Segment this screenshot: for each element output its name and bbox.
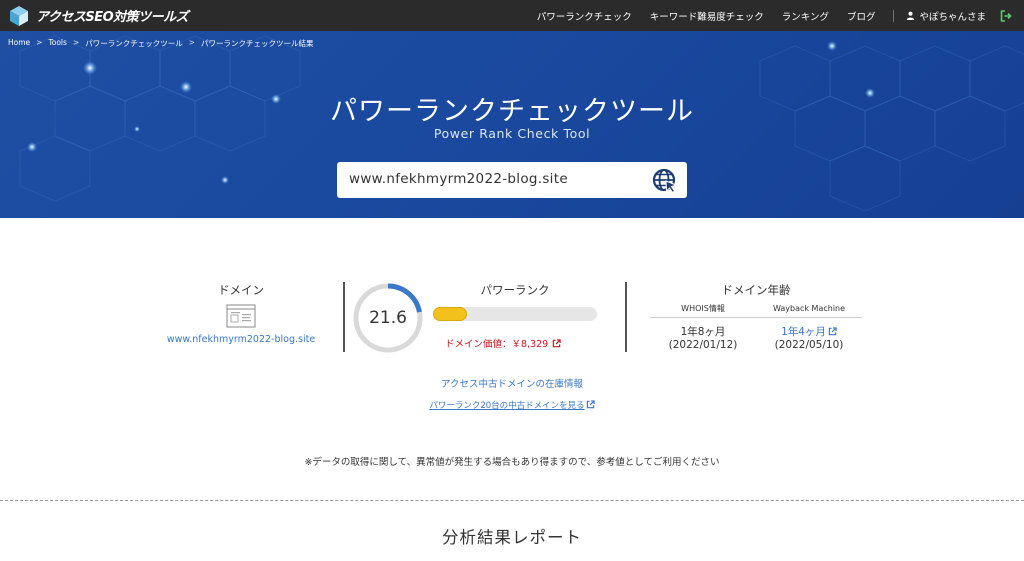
breadcrumb-home[interactable]: Home [8,38,30,49]
logo-cube-icon [10,5,28,26]
powerrank20-link-text: パワーランク20台の中古ドメインを見る [429,401,585,411]
breadcrumb-tools[interactable]: Tools [48,38,66,49]
site-logo[interactable]: アクセスSEO対策ツールズ [8,5,189,27]
inventory-link[interactable]: アクセス中古ドメインの在庫情報 [0,376,1024,390]
hero-banner: Home > Tools > パワーランクチェックツール > パワーランクチェッ… [0,31,1024,218]
search-box [337,162,687,198]
nav-links: パワーランクチェック キーワード難易度チェック ランキング ブログ やぽちゃんさ… [537,0,1024,31]
whois-column-header: WHOIS情報 [681,304,725,313]
nav-blog[interactable]: ブログ [847,9,876,23]
domain-age-header: WHOIS情報 Wayback Machine [650,300,862,318]
domain-age-label: ドメイン年齢 [721,283,791,297]
logo-text: アクセスSEO対策ツールズ [36,10,189,25]
domain-value-text: ドメイン価値：￥8,329 [445,339,549,350]
external-link-icon [552,338,561,347]
user-menu[interactable]: やぽちゃんさま [906,9,986,23]
whois-date: (2022/01/12) [668,339,738,351]
breadcrumb-power-rank-tool[interactable]: パワーランクチェックツール [85,38,183,49]
column-divider [343,282,345,352]
external-link-icon [586,400,595,409]
page-subtitle: Power Rank Check Tool [433,126,591,141]
nav-power-rank-check[interactable]: パワーランクチェック [537,9,632,23]
wayback-cell: 1年4ヶ月 (2022/05/10) [756,326,862,352]
data-notice: ※データの取得に関して、異常値が発生する場合もあり得ますので、参考値としてご利用… [304,457,720,468]
domain-age-row: 1年8ヶ月 (2022/01/12) 1年4ヶ月 (2022/05/10) [650,326,862,352]
power-rank-bar [433,307,597,321]
breadcrumb-separator: > [72,38,80,47]
wayback-column-header: Wayback Machine [772,304,846,313]
breadcrumb-separator: > [188,38,196,47]
breadcrumb: Home > Tools > パワーランクチェックツール > パワーランクチェッ… [8,38,314,49]
nav-ranking[interactable]: ランキング [782,9,829,23]
document-icon [226,304,256,328]
globe-cursor-icon[interactable] [652,168,678,194]
wayback-date: (2022/05/10) [774,339,844,351]
power-rank-bar-fill [433,307,468,321]
user-icon [907,11,915,20]
breadcrumb-separator: > [36,38,43,47]
domain-label: ドメイン [218,283,264,297]
logout-icon[interactable] [1000,9,1012,22]
report-title: 分析結果レポート [442,528,582,547]
wayback-age-link[interactable]: 1年4ヶ月 [756,326,862,339]
external-link-icon [828,327,837,336]
domain-link[interactable]: www.nfekhmyrm2022-blog.site [141,334,341,345]
column-divider [625,282,627,352]
nav-keyword-difficulty[interactable]: キーワード難易度チェック [650,9,764,23]
user-name: やぽちゃんさま [919,11,986,23]
whois-age: 1年8ヶ月 [680,326,726,338]
domain-value[interactable]: ドメイン価値：￥8,329 [445,336,561,350]
power-rank-label: パワーランク [480,283,550,297]
powerrank20-link[interactable]: パワーランク20台の中古ドメインを見る [0,399,1024,411]
page-title: パワーランクチェックツール [330,96,694,127]
breadcrumb-current: パワーランクチェックツール結果 [201,39,314,48]
nav-divider [893,9,895,22]
section-divider [0,500,1024,501]
domain-age-table: WHOIS情報 Wayback Machine 1年8ヶ月 (2022/01/1… [650,300,862,352]
domain-search-input[interactable] [349,171,639,187]
top-nav: アクセスSEO対策ツールズ パワーランクチェック キーワード難易度チェック ラン… [0,0,1024,31]
wayback-age: 1年4ヶ月 [781,326,826,338]
whois-cell: 1年8ヶ月 (2022/01/12) [650,326,756,352]
power-rank-value: 21.6 [369,308,407,328]
